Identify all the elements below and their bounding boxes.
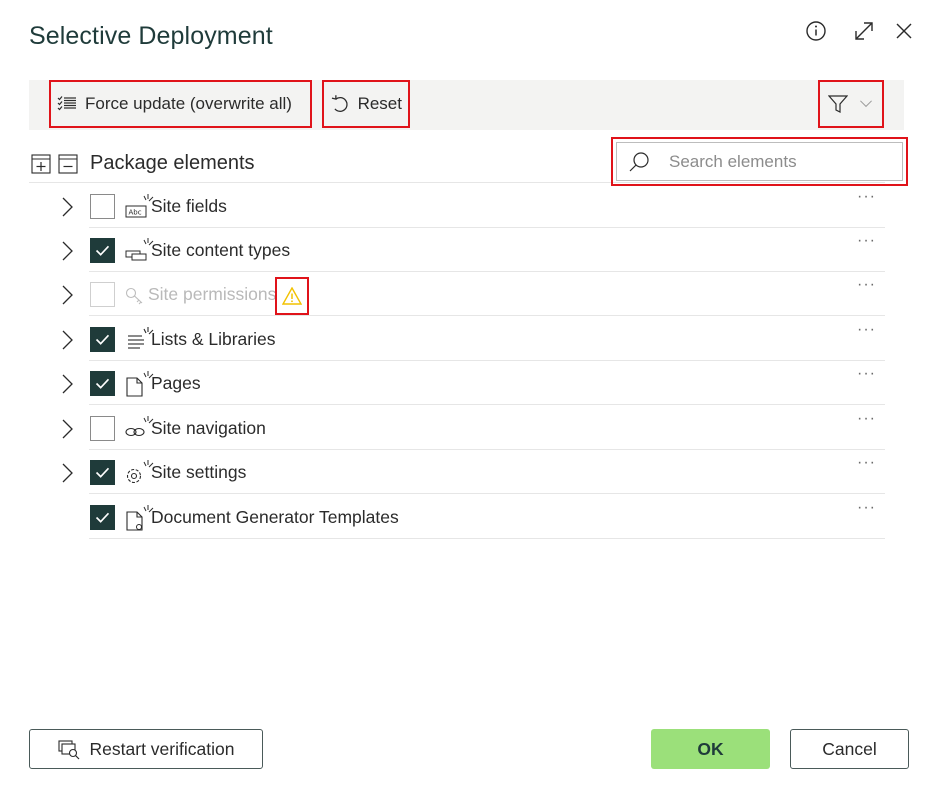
tree-row-label: Site navigation [151,418,266,438]
reset-label: Reset [357,94,402,113]
reset-button[interactable]: Reset [322,80,410,128]
tree-row-lists-libraries[interactable]: Lists & Libraries ··· [62,317,885,361]
more-options-button[interactable]: ··· [857,499,876,517]
content-types-icon [125,238,154,261]
tree-row-pages[interactable]: Pages ··· [62,361,885,405]
tree-row-site-fields[interactable]: Abc Site fields ··· [62,184,885,228]
collapse-all-icon[interactable] [58,154,78,174]
chevron-right-icon[interactable] [57,418,77,440]
more-options-button[interactable]: ··· [857,454,876,472]
force-update-button[interactable]: Force update (overwrite all) [49,80,312,128]
tree-row-site-content-types[interactable]: Site content types ··· [62,228,885,272]
checkbox-disabled [90,282,115,307]
more-options-button[interactable]: ··· [857,188,876,206]
more-options-button[interactable]: ··· [857,276,876,294]
force-update-label: Force update (overwrite all) [85,94,292,113]
filter-icon [828,95,848,113]
warning-icon [282,287,302,305]
more-options-button[interactable]: ··· [857,365,876,383]
restart-verification-button[interactable]: Restart verification [29,729,263,769]
svg-text:Abc: Abc [129,209,142,217]
cancel-button[interactable]: Cancel [790,729,909,769]
filter-dropdown[interactable] [818,80,884,128]
checkbox-checked[interactable] [90,327,115,352]
checkbox[interactable] [90,416,115,441]
tree-row-site-navigation[interactable]: Site navigation ··· [62,406,885,450]
chevron-right-icon[interactable] [57,240,77,262]
ok-button[interactable]: OK [651,729,770,769]
search-input[interactable] [667,150,867,173]
checkbox-checked[interactable] [90,238,115,263]
tree-row-label: Site permissions [148,284,277,304]
tree-row-label: Site content types [151,240,291,260]
expand-icon[interactable] [851,18,877,44]
permissions-warning[interactable] [275,277,309,315]
document-template-icon [126,505,154,531]
checkbox[interactable] [90,194,115,219]
tree-row-label: Pages [151,373,201,393]
more-options-button[interactable]: ··· [857,232,876,250]
chevron-right-icon[interactable] [57,196,77,218]
tree-row-site-settings[interactable]: Site settings ··· [62,450,885,494]
search-field [616,142,903,181]
checkbox-checked[interactable] [90,371,115,396]
package-elements-label: Package elements [90,152,255,174]
close-icon[interactable] [891,18,917,44]
toolbar: Force update (overwrite all) Reset [29,80,904,130]
site-fields-icon: Abc [125,194,154,218]
undo-icon [331,95,348,112]
chevron-down-icon [860,100,872,108]
chevron-right-icon[interactable] [57,462,77,484]
list-icon [128,327,154,349]
checklist-icon [57,96,76,111]
checkbox-checked[interactable] [90,460,115,485]
link-icon [125,416,154,437]
expand-all-icon[interactable] [31,154,51,174]
chevron-right-icon[interactable] [57,329,77,351]
checkbox-checked[interactable] [90,505,115,530]
info-icon[interactable] [803,18,829,44]
search-icon [629,151,649,171]
tree-row-label: Document Generator Templates [151,507,399,527]
dialog-title: Selective Deployment [29,22,273,50]
chevron-right-icon[interactable] [57,373,77,395]
search-box [611,137,908,186]
more-options-button[interactable]: ··· [857,321,876,339]
tree-row-label: Site fields [151,196,227,216]
tree-row-label: Lists & Libraries [151,329,276,349]
page-icon [126,371,154,397]
restart-verification-icon [57,740,79,760]
tree-row-document-generator-templates[interactable]: Document Generator Templates ··· [89,495,885,539]
chevron-right-icon[interactable] [57,284,77,306]
settings-gear-icon [126,460,154,484]
tree-row-site-permissions[interactable]: Site permissions ··· [62,272,885,316]
more-options-button[interactable]: ··· [857,410,876,428]
tree-row-label: Site settings [151,462,247,482]
restart-verification-label: Restart verification [89,738,235,759]
